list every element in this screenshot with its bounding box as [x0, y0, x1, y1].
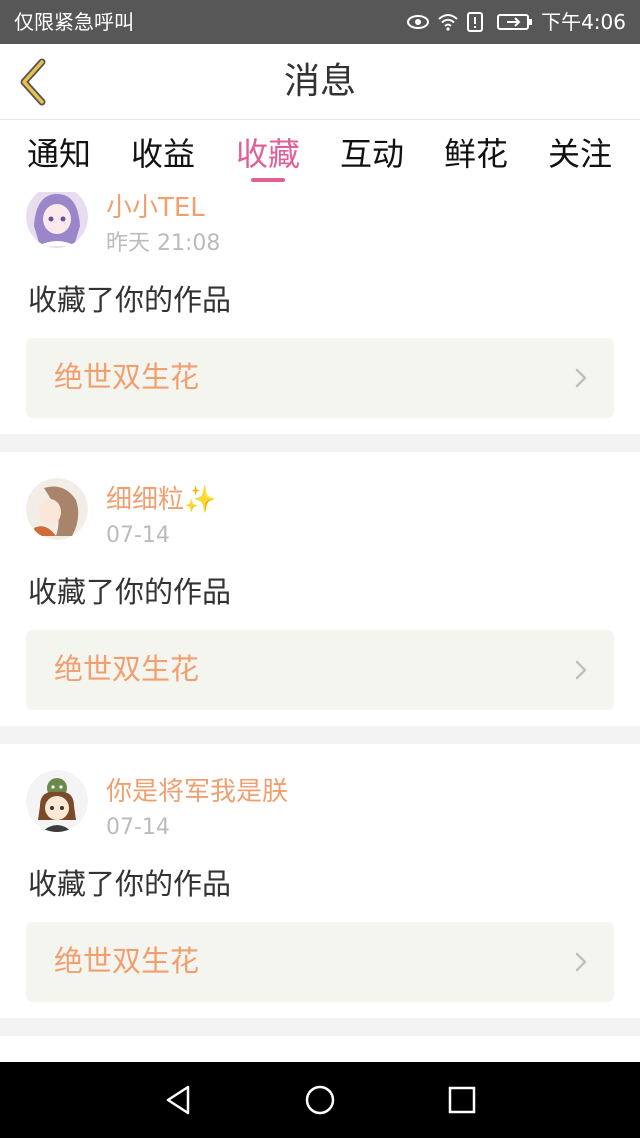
avatar[interactable] [26, 192, 88, 248]
app-header: 消息 [0, 44, 640, 120]
chevron-right-icon [575, 368, 587, 388]
tab-interactions[interactable]: 互动 [337, 132, 407, 180]
active-tab-indicator [251, 178, 285, 182]
tab-earnings[interactable]: 收益 [128, 132, 198, 180]
page-title: 消息 [283, 61, 356, 102]
alert-icon [467, 12, 489, 32]
work-title: 绝世双生花 [54, 944, 200, 978]
tab-bar: 通知 收益 收藏 互动 鲜花 关注 [0, 120, 640, 192]
tab-notifications[interactable]: 通知 [24, 132, 94, 180]
tab-label: 关注 [547, 135, 612, 173]
tab-label: 鲜花 [443, 135, 508, 173]
recents-square-icon[interactable] [444, 1082, 480, 1118]
work-link[interactable]: 绝世双生花 [26, 338, 614, 418]
work-title: 绝世双生花 [54, 652, 200, 686]
carrier-text: 仅限紧急呼叫 [14, 10, 134, 34]
message-card: 小小TEL 昨天 21:08 收藏了你的作品 绝世双生花 [0, 192, 640, 434]
action-text: 收藏了你的作品 [28, 575, 232, 609]
work-link[interactable]: 绝世双生花 [26, 922, 614, 1002]
message-card: 你是将军我是朕 07-14 收藏了你的作品 绝世双生花 [0, 744, 640, 1018]
clock: 下午4:06 [541, 10, 626, 34]
timestamp: 07-14 [106, 523, 170, 548]
wifi-icon [437, 12, 459, 32]
system-nav-bar [0, 1062, 640, 1138]
action-text: 收藏了你的作品 [28, 867, 232, 901]
tab-label: 收藏 [235, 135, 300, 173]
message-card: 细细粒✨ 07-14 收藏了你的作品 绝世双生花 [0, 452, 640, 726]
sparkles-emoji: ✨ [184, 485, 217, 515]
username[interactable]: 你是将军我是朕 [106, 776, 288, 808]
status-bar: 仅限紧急呼叫 下午4:06 [0, 0, 640, 44]
username-text: 细细粒 [106, 485, 185, 515]
username[interactable]: 细细粒✨ [106, 484, 216, 516]
eye-icon [407, 12, 430, 32]
tab-following[interactable]: 关注 [545, 132, 615, 180]
timestamp: 07-14 [106, 815, 170, 840]
status-icons: 下午4:06 [407, 8, 626, 36]
message-card [0, 1036, 640, 1062]
tab-favorites[interactable]: 收藏 [233, 132, 303, 182]
tab-label: 互动 [339, 135, 404, 173]
chevron-right-icon [575, 952, 587, 972]
tab-label: 收益 [130, 135, 195, 173]
username[interactable]: 小小TEL [106, 192, 205, 224]
timestamp: 昨天 21:08 [106, 231, 221, 256]
home-circle-icon[interactable] [302, 1082, 338, 1118]
tab-label: 通知 [26, 135, 91, 173]
avatar[interactable] [26, 770, 88, 832]
back-triangle-icon[interactable] [160, 1082, 196, 1118]
avatar[interactable] [26, 478, 88, 540]
battery-icon [497, 12, 533, 32]
work-link[interactable]: 绝世双生花 [26, 630, 614, 710]
chevron-right-icon [575, 660, 587, 680]
message-list[interactable]: 小小TEL 昨天 21:08 收藏了你的作品 绝世双生花 细细粒✨ 07-14 … [0, 192, 640, 1062]
tab-flowers[interactable]: 鲜花 [441, 132, 511, 180]
action-text: 收藏了你的作品 [28, 283, 232, 317]
work-title: 绝世双生花 [54, 360, 200, 394]
